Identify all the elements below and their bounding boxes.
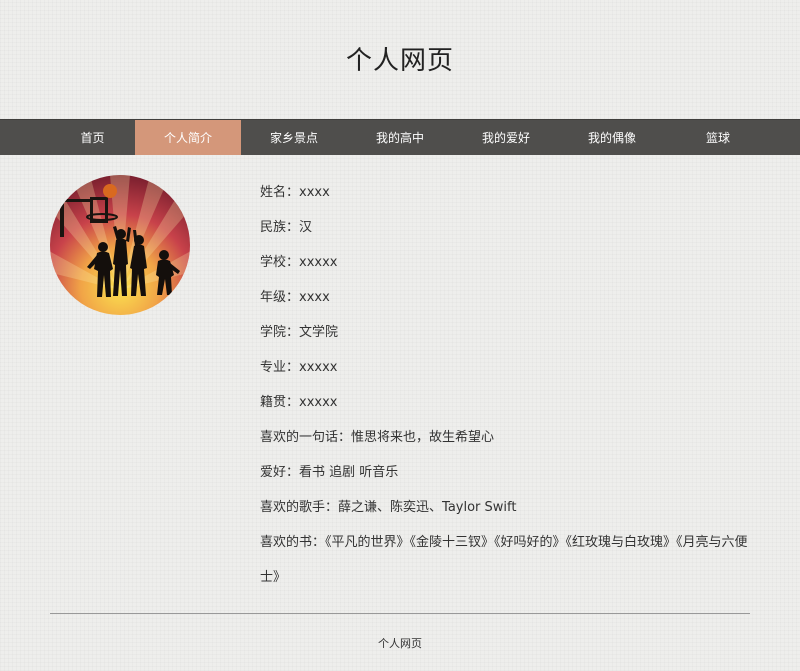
footer-text: 个人网页 bbox=[378, 637, 422, 650]
footer-divider bbox=[50, 613, 750, 614]
info-label: 姓名 bbox=[260, 185, 287, 200]
avatar bbox=[50, 175, 190, 315]
info-item-hometown: 籍贯：xxxxx bbox=[260, 395, 338, 410]
nav-item-hometown[interactable]: 家乡景点 bbox=[241, 120, 347, 155]
info-value: 汉 bbox=[299, 220, 313, 235]
profile-content: 姓名：xxxx 民族：汉 学校：xxxxx 年级：xxxx 学院：文学院 专业：… bbox=[0, 155, 800, 595]
info-item-major: 专业：xxxxx bbox=[260, 360, 338, 375]
info-value: xxxx bbox=[299, 290, 330, 305]
info-item-grade: 年级：xxxx bbox=[260, 290, 330, 305]
info-item-school: 学校：xxxxx bbox=[260, 255, 338, 270]
nav-item-profile[interactable]: 个人简介 bbox=[135, 120, 241, 155]
info-label: 专业 bbox=[260, 360, 287, 375]
info-item-ethnicity: 民族：汉 bbox=[260, 220, 313, 235]
info-item-favorite-books: 喜欢的书：《平凡的世界》《金陵十三钗》《好吗好的》《红玫瑰与白玫瑰》《月亮与六便… bbox=[260, 535, 748, 585]
info-value: 惟思将来也，故生希望心 bbox=[351, 430, 495, 445]
nav-item-hobbies[interactable]: 我的爱好 bbox=[453, 120, 559, 155]
nav-item-idols[interactable]: 我的偶像 bbox=[559, 120, 665, 155]
info-label: 喜欢的歌手 bbox=[260, 500, 326, 515]
header: 个人网页 bbox=[0, 0, 800, 119]
nav-item-basketball[interactable]: 篮球 bbox=[665, 120, 771, 155]
nav-item-home[interactable]: 首页 bbox=[0, 120, 135, 155]
info-value: 薛之谦、陈奕迅、Taylor Swift bbox=[338, 500, 517, 515]
basketball-players-image bbox=[50, 175, 190, 315]
info-label: 爱好 bbox=[260, 465, 287, 480]
info-value: xxxxx bbox=[299, 360, 338, 375]
page-title: 个人网页 bbox=[345, 46, 454, 76]
info-label: 喜欢的书 bbox=[260, 535, 313, 550]
main-nav: 首页 个人简介 家乡景点 我的高中 我的爱好 我的偶像 篮球 bbox=[0, 119, 800, 155]
info-item-favorite-singers: 喜欢的歌手：薛之谦、陈奕迅、Taylor Swift bbox=[260, 500, 517, 515]
nav-item-high-school[interactable]: 我的高中 bbox=[347, 120, 453, 155]
info-label: 喜欢的一句话 bbox=[260, 430, 339, 445]
info-label: 年级 bbox=[260, 290, 287, 305]
info-label: 籍贯 bbox=[260, 395, 287, 410]
info-value: xxxx bbox=[299, 185, 330, 200]
info-item-name: 姓名：xxxx bbox=[260, 185, 330, 200]
profile-info-list: 姓名：xxxx 民族：汉 学校：xxxxx 年级：xxxx 学院：文学院 专业：… bbox=[260, 175, 760, 595]
info-item-hobbies: 爱好：看书 追剧 听音乐 bbox=[260, 465, 399, 480]
info-label: 民族 bbox=[260, 220, 287, 235]
info-value: 《平凡的世界》《金陵十三钗》《好吗好的》《红玫瑰与白玫瑰》《月亮与六便士》 bbox=[260, 535, 748, 585]
info-item-college: 学院：文学院 bbox=[260, 325, 339, 340]
info-label: 学校 bbox=[260, 255, 287, 270]
info-value: 看书 追剧 听音乐 bbox=[299, 465, 399, 480]
info-label: 学院 bbox=[260, 325, 287, 340]
info-value: xxxxx bbox=[299, 255, 338, 270]
info-value: xxxxx bbox=[299, 395, 338, 410]
info-item-favorite-quote: 喜欢的一句话：惟思将来也，故生希望心 bbox=[260, 430, 495, 445]
info-value: 文学院 bbox=[299, 325, 339, 340]
